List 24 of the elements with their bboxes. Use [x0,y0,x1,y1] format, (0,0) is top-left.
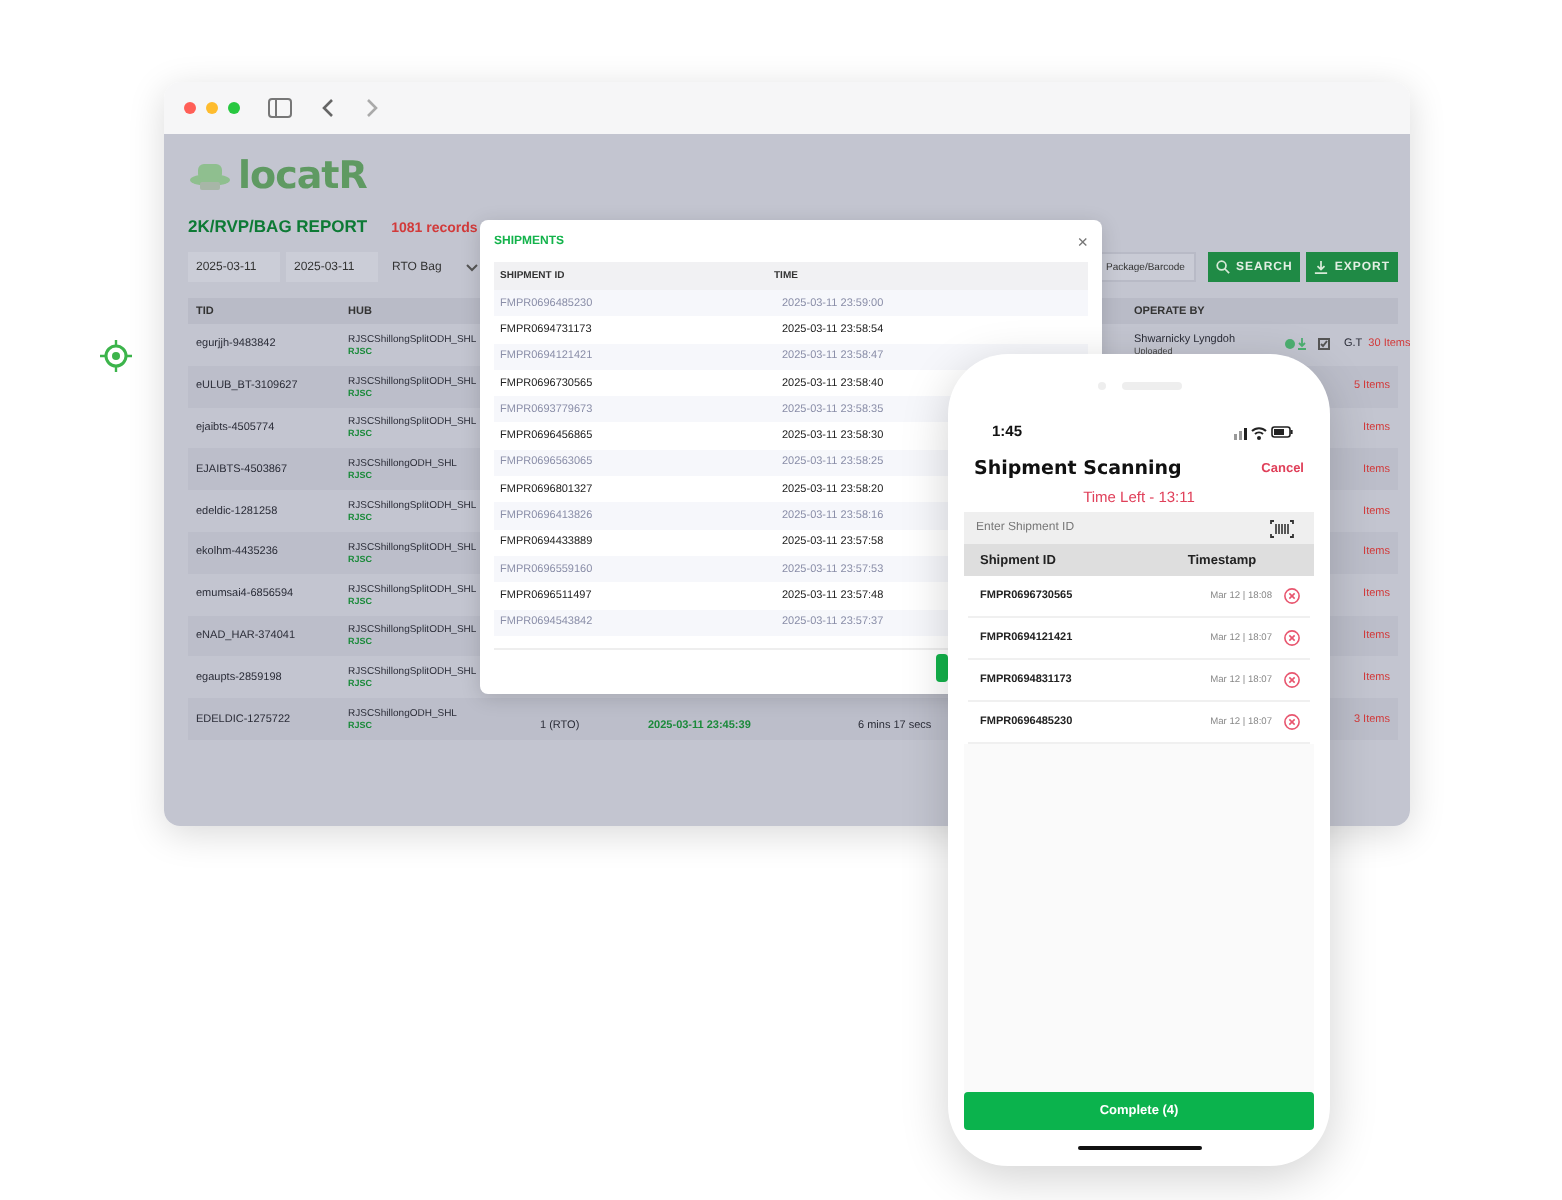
download-icon [1314,260,1329,274]
report-title: 2K/RVP/BAG REPORT [188,216,368,236]
dialog-button[interactable] [936,654,948,682]
close-button[interactable]: × [1077,231,1088,251]
remove-icon[interactable] [1283,672,1299,688]
window-zoom-control[interactable] [228,102,240,114]
search-icon [1215,260,1230,274]
logo: locatR [238,154,367,198]
forward-icon[interactable] [364,98,380,118]
barcode-scan-icon[interactable] [1270,519,1294,537]
status-icons [1284,338,1312,351]
back-icon[interactable] [320,98,336,118]
window-close-control[interactable] [184,102,196,114]
caret-icon [466,263,478,271]
screen-title: Shipment Scanning [974,458,1182,480]
remove-icon[interactable] [1283,630,1299,646]
sidebar-icon[interactable] [268,98,292,118]
hat-logo-icon [188,160,232,192]
home-indicator [1077,1146,1201,1150]
status-icons [1234,423,1294,439]
remove-icon[interactable] [1283,714,1299,730]
checkbox-icon [1318,338,1330,351]
target-icon [100,340,132,372]
remove-icon[interactable] [1283,588,1299,604]
